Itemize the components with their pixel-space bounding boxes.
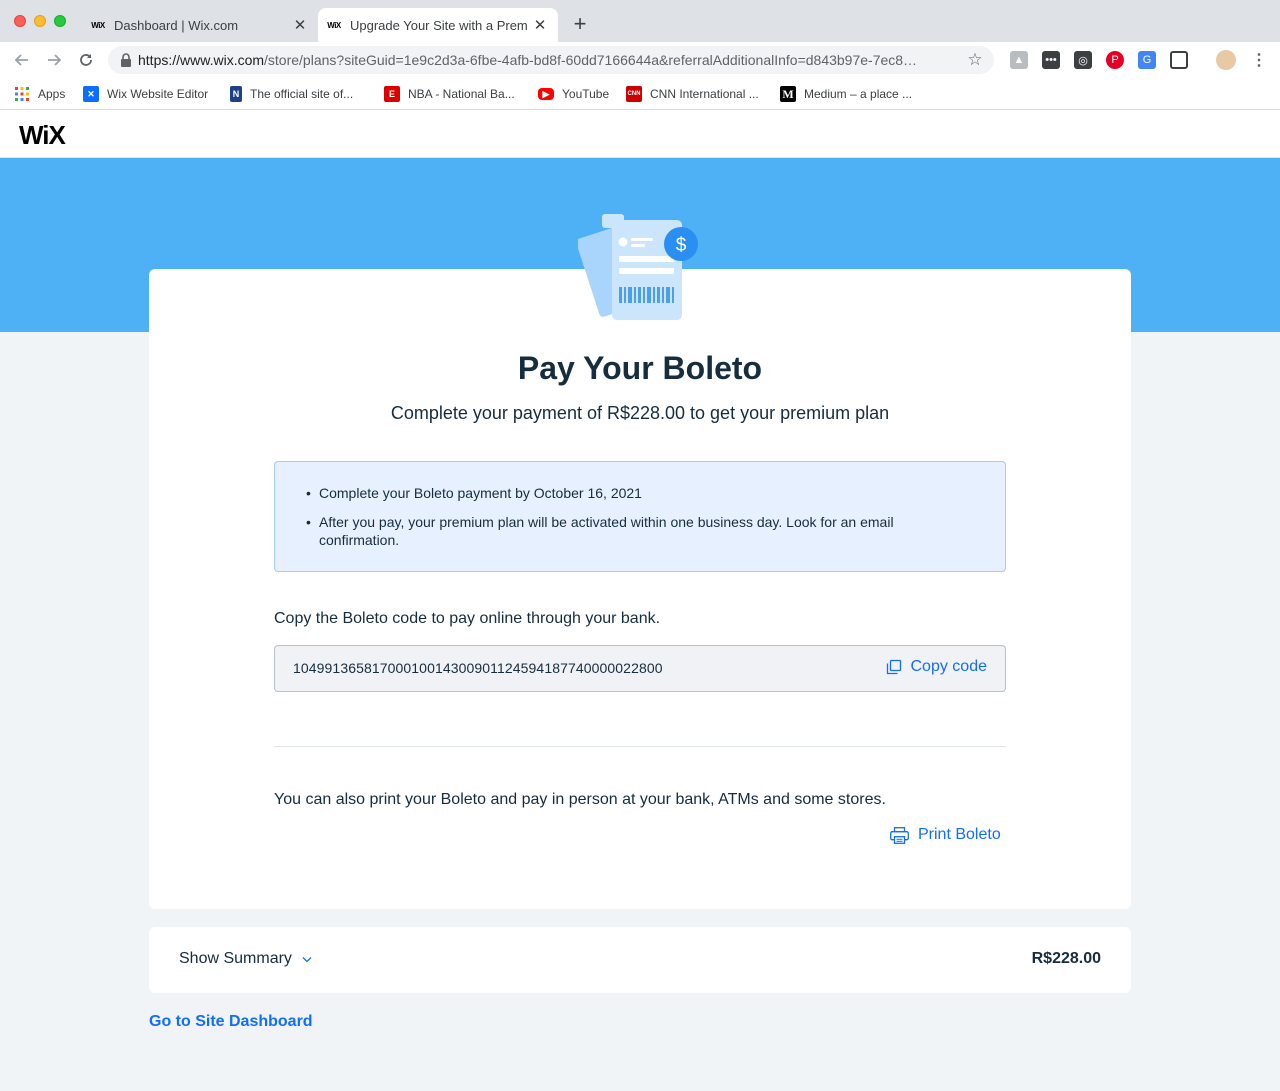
go-to-dashboard-link[interactable]: Go to Site Dashboard bbox=[149, 1013, 313, 1031]
url-host: https://www.wix.com bbox=[138, 52, 265, 68]
show-summary-label: Show Summary bbox=[179, 950, 292, 967]
svg-text:$: $ bbox=[676, 235, 687, 256]
lock-icon bbox=[121, 53, 131, 67]
wix-favicon-icon: WiX bbox=[327, 20, 341, 30]
info-item-activation: After you pay, your premium plan will be… bbox=[306, 513, 975, 549]
forward-button[interactable] bbox=[42, 48, 66, 72]
new-tab-button[interactable]: + bbox=[568, 11, 592, 36]
translate-icon[interactable]: G bbox=[1138, 51, 1156, 69]
youtube-icon: ▶ bbox=[538, 88, 554, 100]
bookmark-label: The official site of... bbox=[250, 87, 354, 101]
bookmark-apps[interactable]: Apps bbox=[14, 84, 65, 104]
drive-icon[interactable]: ▲ bbox=[1010, 51, 1028, 69]
copy-code-label: Copy code bbox=[910, 658, 988, 675]
espn-icon: E bbox=[384, 86, 400, 102]
tab-title: Dashboard | Wix.com bbox=[114, 17, 239, 33]
boleto-document-icon: $ bbox=[578, 214, 698, 320]
bookmark-star-icon[interactable]: ☆ bbox=[962, 50, 988, 70]
bookmark-wix-editor[interactable]: ✕ Wix Website Editor bbox=[83, 84, 208, 104]
nba-icon: N bbox=[230, 86, 242, 102]
info-item-deadline: Complete your Boleto payment by October … bbox=[306, 484, 975, 502]
order-summary: Show Summary R$228.00 bbox=[149, 927, 1131, 993]
printer-icon bbox=[890, 826, 909, 844]
bookmark-label: YouTube bbox=[562, 87, 610, 101]
bookmark-label: NBA - National Ba... bbox=[408, 87, 515, 101]
url-path: /store/plans?siteGuid=1e9c2d3a-6fbe-4afb… bbox=[264, 52, 918, 68]
bookmark-label: Wix Website Editor bbox=[107, 87, 209, 101]
boleto-code-field[interactable]: 1049913658170001001430090112459418774000… bbox=[274, 645, 1006, 692]
profile-avatar[interactable] bbox=[1216, 50, 1236, 70]
order-total: R$228.00 bbox=[1031, 950, 1101, 967]
bookmark-official-site[interactable]: N The official site of... bbox=[230, 84, 353, 104]
screenshot-icon[interactable] bbox=[1170, 51, 1188, 69]
arrow-right-icon bbox=[48, 54, 62, 66]
bookmarks-bar: Apps ✕ Wix Website Editor N The official… bbox=[0, 78, 1280, 110]
menu-icon[interactable]: ⋮ bbox=[1250, 51, 1268, 69]
page-subtitle: Complete your payment of R$228.00 to get… bbox=[390, 403, 890, 423]
tab-dashboard[interactable]: WiX Dashboard | Wix.com ✕ bbox=[82, 8, 318, 42]
bookmark-label: Medium – a place ... bbox=[804, 87, 913, 101]
pinterest-icon[interactable]: P bbox=[1106, 51, 1124, 69]
section-divider bbox=[274, 746, 1006, 747]
reload-icon bbox=[80, 54, 92, 66]
minimize-window-button[interactable] bbox=[34, 15, 46, 27]
site-header: WiX bbox=[0, 110, 1280, 158]
password-icon[interactable]: ••• bbox=[1042, 51, 1060, 69]
bookmark-medium[interactable]: M Medium – a place ... bbox=[780, 84, 912, 104]
boleto-code-value[interactable]: 1049913658170001001430090112459418774000… bbox=[293, 660, 663, 676]
tab-upgrade[interactable]: WiX Upgrade Your Site with a Prem ✕ bbox=[318, 8, 558, 42]
print-instructions: You can also print your Boleto and pay i… bbox=[274, 791, 886, 808]
print-boleto-button[interactable]: Print Boleto bbox=[890, 826, 1001, 844]
bookmark-nba[interactable]: E NBA - National Ba... bbox=[384, 84, 515, 104]
arrow-left-icon bbox=[14, 54, 28, 66]
copy-icon bbox=[886, 659, 901, 675]
bookmark-cnn[interactable]: CNN CNN International ... bbox=[626, 84, 759, 104]
tab-title: Upgrade Your Site with a Prem bbox=[350, 17, 528, 33]
close-window-button[interactable] bbox=[14, 15, 26, 27]
lighthouse-icon[interactable]: ◎ bbox=[1074, 51, 1092, 69]
medium-icon: M bbox=[780, 86, 796, 102]
page-title: Pay Your Boleto bbox=[517, 350, 763, 386]
back-button[interactable] bbox=[10, 48, 34, 72]
apps-grid-icon bbox=[14, 86, 30, 102]
bookmark-label: CNN International ... bbox=[650, 87, 759, 101]
copy-code-button[interactable]: Copy code bbox=[886, 658, 988, 676]
wix-logo[interactable]: WiX bbox=[19, 120, 66, 151]
print-boleto-label: Print Boleto bbox=[918, 826, 1001, 843]
maximize-window-button[interactable] bbox=[54, 15, 66, 27]
url-text: https://www.wix.com/store/plans?siteGuid… bbox=[138, 52, 962, 68]
payment-info-box: Complete your Boleto payment by October … bbox=[274, 461, 1006, 572]
copy-code-instructions: Copy the Boleto code to pay online throu… bbox=[274, 610, 661, 627]
bookmark-youtube[interactable]: ▶ YouTube bbox=[538, 84, 609, 104]
browser-toolbar: https://www.wix.com/store/plans?siteGuid… bbox=[0, 42, 1280, 78]
show-summary-toggle[interactable]: Show Summary bbox=[179, 950, 312, 968]
bookmark-label: Apps bbox=[38, 87, 66, 101]
wix-favicon-icon: WiX bbox=[91, 20, 105, 30]
browser-tab-bar: WiX Dashboard | Wix.com ✕ WiX Upgrade Yo… bbox=[0, 0, 1280, 42]
close-tab-icon[interactable]: ✕ bbox=[530, 15, 550, 35]
chevron-down-icon bbox=[302, 956, 312, 962]
reload-button[interactable] bbox=[74, 48, 98, 72]
close-tab-icon[interactable]: ✕ bbox=[290, 15, 310, 35]
cnn-icon: CNN bbox=[626, 86, 642, 102]
address-bar[interactable]: https://www.wix.com/store/plans?siteGuid… bbox=[108, 46, 994, 74]
wix-editor-icon: ✕ bbox=[83, 86, 99, 102]
